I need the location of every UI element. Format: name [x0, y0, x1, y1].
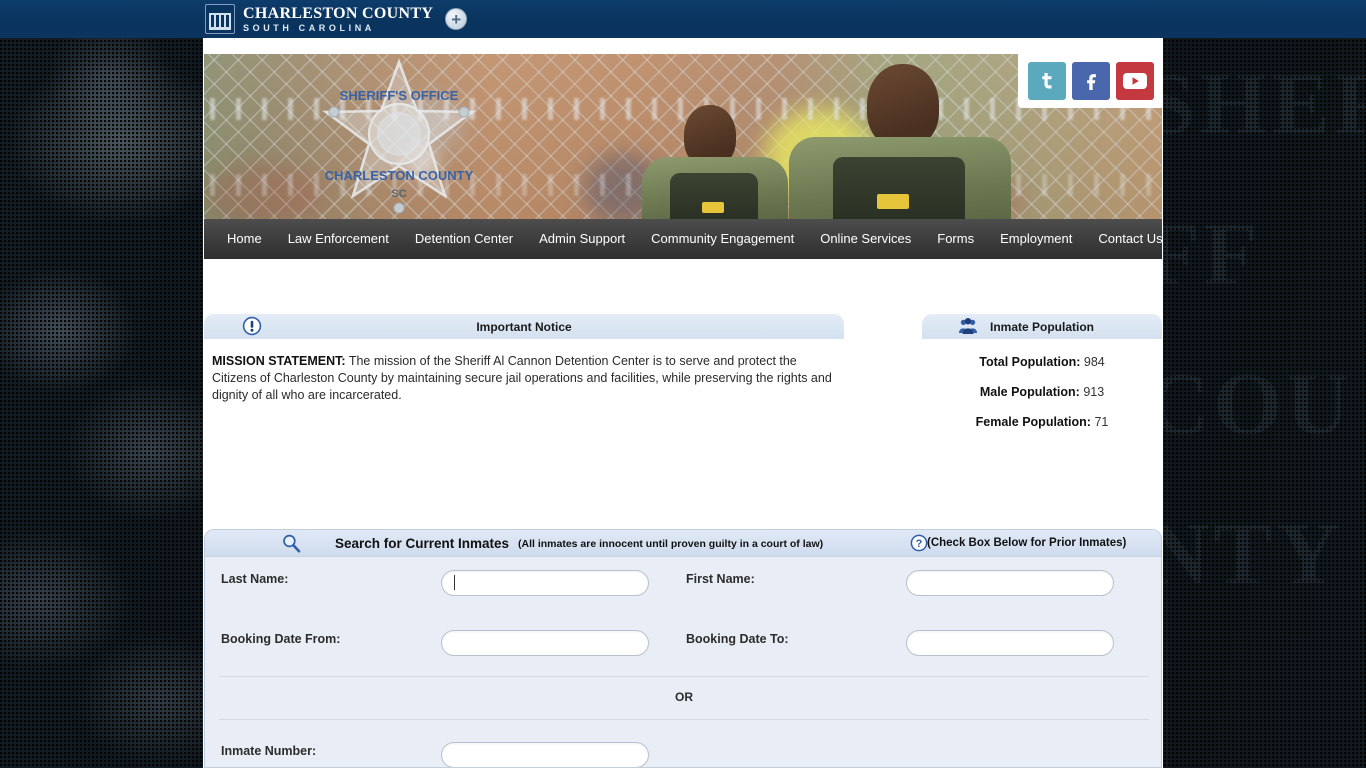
- question-mark-icon[interactable]: ?: [910, 534, 928, 552]
- nav-item-forms[interactable]: Forms: [924, 219, 987, 259]
- social-links: [1018, 54, 1162, 108]
- label-last-name: Last Name:: [221, 572, 288, 586]
- sheriff-star-badge-icon: SHERIFF'S OFFICE CHARLESTON COUNTY SC: [314, 56, 484, 216]
- population-value-female: 71: [1094, 415, 1108, 429]
- search-panel-subtitle: (All inmates are innocent until proven g…: [518, 538, 823, 550]
- county-name-line1: CHARLESTON COUNTY: [243, 6, 433, 22]
- county-top-bar: CHARLESTON COUNTY SOUTH CAROLINA +: [0, 0, 1366, 38]
- county-brand[interactable]: CHARLESTON COUNTY SOUTH CAROLINA +: [205, 0, 467, 38]
- svg-text:SC: SC: [391, 188, 406, 200]
- main-navigation: Home Law Enforcement Detention Center Ad…: [204, 219, 1162, 259]
- county-name-line2: SOUTH CAROLINA: [243, 24, 433, 33]
- search-input-first-name[interactable]: [906, 570, 1114, 596]
- deputy-figure: [634, 99, 794, 219]
- search-input-booking-date-from[interactable]: [441, 630, 649, 656]
- svg-text:?: ?: [916, 538, 923, 550]
- nav-item-law-enforcement[interactable]: Law Enforcement: [275, 219, 402, 259]
- county-seal-icon: [205, 4, 235, 34]
- label-booking-date-to: Booking Date To:: [686, 632, 789, 646]
- deputy-figure: [789, 64, 1019, 219]
- svg-text:CHARLESTON COUNTY: CHARLESTON COUNTY: [325, 168, 474, 183]
- nav-item-contact-us[interactable]: Contact Us: [1085, 219, 1163, 259]
- facebook-icon[interactable]: [1072, 62, 1110, 100]
- nav-item-online-services[interactable]: Online Services: [807, 219, 924, 259]
- population-value-total: 984: [1084, 355, 1105, 369]
- important-notice-title: Important Notice: [204, 320, 844, 334]
- population-label-female: Female Population:: [976, 415, 1091, 429]
- inmate-search-panel: Search for Current Inmates (All inmates …: [204, 529, 1162, 768]
- youtube-icon[interactable]: [1116, 62, 1154, 100]
- nav-item-community-engagement[interactable]: Community Engagement: [638, 219, 807, 259]
- nav-item-home[interactable]: Home: [214, 219, 275, 259]
- population-label-total: Total Population:: [979, 355, 1080, 369]
- important-notice-panel: Important Notice MISSION STATEMENT: The …: [204, 314, 844, 404]
- search-input-inmate-number[interactable]: [441, 742, 649, 768]
- population-value-male: 913: [1083, 385, 1104, 399]
- important-notice-body: MISSION STATEMENT: The mission of the Sh…: [204, 339, 844, 404]
- search-input-last-name[interactable]: [441, 570, 649, 596]
- panels-row: Important Notice MISSION STATEMENT: The …: [204, 314, 1162, 464]
- population-row-female: Female Population: 71: [922, 415, 1162, 429]
- label-inmate-number: Inmate Number:: [221, 744, 316, 758]
- inmate-search-header: Search for Current Inmates (All inmates …: [205, 530, 1161, 557]
- inmate-population-header: Inmate Population: [922, 314, 1162, 339]
- people-group-icon: [958, 316, 978, 336]
- label-first-name: First Name:: [686, 572, 755, 586]
- nav-item-detention-center[interactable]: Detention Center: [402, 219, 526, 259]
- mission-statement-label: MISSION STATEMENT:: [212, 354, 346, 368]
- important-notice-header: Important Notice: [204, 314, 844, 339]
- prior-inmates-note: (Check Box Below for Prior Inmates): [927, 537, 1126, 549]
- background-watermark-text: SHERIFFCOUNTY: [1146, 30, 1366, 770]
- hero-banner: SHERIFF'S OFFICE CHARLESTON COUNTY SC: [204, 54, 1162, 219]
- text-cursor: [454, 575, 455, 590]
- nav-item-employment[interactable]: Employment: [987, 219, 1085, 259]
- population-label-male: Male Population:: [980, 385, 1080, 399]
- label-booking-date-from: Booking Date From:: [221, 632, 340, 646]
- search-panel-title: Search for Current Inmates: [335, 536, 509, 551]
- inmate-population-panel: Inmate Population Total Population: 984 …: [922, 314, 1162, 429]
- search-icon: [281, 533, 301, 553]
- or-separator: OR: [219, 676, 1149, 720]
- svg-text:SHERIFF'S OFFICE: SHERIFF'S OFFICE: [340, 88, 459, 103]
- or-label: OR: [219, 690, 1149, 704]
- county-name: CHARLESTON COUNTY SOUTH CAROLINA: [243, 6, 433, 33]
- population-row-total: Total Population: 984: [922, 355, 1162, 369]
- population-row-male: Male Population: 913: [922, 385, 1162, 399]
- exclamation-circle-icon: [242, 316, 262, 336]
- search-input-booking-date-to[interactable]: [906, 630, 1114, 656]
- expand-plus-button[interactable]: +: [445, 8, 467, 30]
- nav-item-admin-support[interactable]: Admin Support: [526, 219, 638, 259]
- twitter-icon[interactable]: [1028, 62, 1066, 100]
